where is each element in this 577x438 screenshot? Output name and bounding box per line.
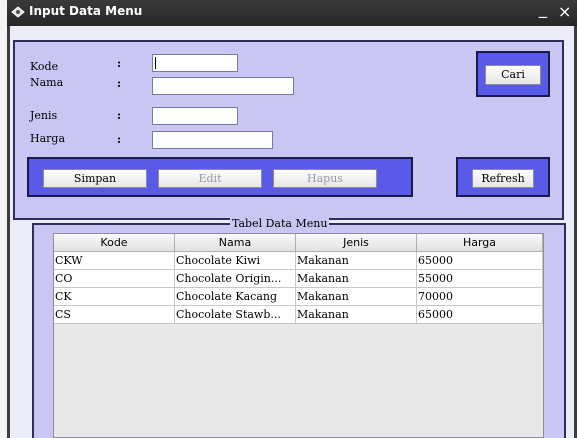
table-row[interactable]: CK Chocolate Kacang Makanan 70000 <box>54 288 543 306</box>
jenis-label: Jenis <box>30 109 58 122</box>
header-nama[interactable]: Nama <box>175 234 296 252</box>
jenis-colon: : <box>117 109 122 122</box>
cell-nama: Chocolate Kacang <box>175 288 296 306</box>
header-jenis[interactable]: Jenis <box>296 234 417 252</box>
header-kode[interactable]: Kode <box>54 234 175 252</box>
cell-kode: CS <box>54 306 175 324</box>
cell-jenis: Makanan <box>296 252 417 270</box>
cell-harga: 65000 <box>417 252 543 270</box>
refresh-button[interactable]: Refresh <box>472 169 534 188</box>
minimize-button[interactable]: _ <box>539 0 547 18</box>
window-app-icon <box>11 6 25 18</box>
nama-colon: : <box>117 77 122 90</box>
content-area: Kode : Nama : Jenis : Harga : Cari Simpa… <box>10 26 574 438</box>
table-legend: Tabel Data Menu <box>230 217 330 230</box>
cell-jenis: Makanan <box>296 306 417 324</box>
text-caret <box>155 57 156 69</box>
title-bar[interactable]: Input Data Menu _ × <box>7 0 577 26</box>
cell-jenis: Makanan <box>296 270 417 288</box>
kode-input[interactable] <box>152 54 238 72</box>
edit-button[interactable]: Edit <box>158 169 262 188</box>
cari-button[interactable]: Cari <box>485 65 541 85</box>
action-buttons-box: Simpan Edit Hapus <box>27 157 413 197</box>
hapus-button[interactable]: Hapus <box>273 169 377 188</box>
table-row[interactable]: CS Chocolate Stawb... Makanan 65000 <box>54 306 543 324</box>
harga-label: Harga <box>30 132 66 145</box>
refresh-button-box: Refresh <box>456 157 550 197</box>
jenis-input[interactable] <box>152 107 238 125</box>
input-form-panel: Kode : Nama : Jenis : Harga : Cari Simpa… <box>13 40 564 220</box>
window-title: Input Data Menu <box>29 4 143 18</box>
table-header-row: Kode Nama Jenis Harga <box>54 234 543 252</box>
nama-input[interactable] <box>152 77 294 95</box>
nama-label: Nama <box>30 76 64 89</box>
cell-harga: 55000 <box>417 270 543 288</box>
cari-button-box: Cari <box>476 51 550 97</box>
header-harga[interactable]: Harga <box>417 234 543 252</box>
harga-input[interactable] <box>152 131 273 149</box>
table-row[interactable]: CO Chocolate Origin... Makanan 55000 <box>54 270 543 288</box>
kode-label: Kode <box>30 60 59 73</box>
cell-kode: CO <box>54 270 175 288</box>
cell-kode: CKW <box>54 252 175 270</box>
cell-jenis: Makanan <box>296 288 417 306</box>
simpan-button[interactable]: Simpan <box>43 169 147 188</box>
close-button[interactable]: × <box>558 2 571 21</box>
cell-nama: Chocolate Origin... <box>175 270 296 288</box>
cell-harga: 70000 <box>417 288 543 306</box>
cell-kode: CK <box>54 288 175 306</box>
kode-colon: : <box>117 57 122 70</box>
table-row[interactable]: CKW Chocolate Kiwi Makanan 65000 <box>54 252 543 270</box>
cell-nama: Chocolate Stawb... <box>175 306 296 324</box>
harga-colon: : <box>117 133 122 146</box>
cell-harga: 65000 <box>417 306 543 324</box>
cell-nama: Chocolate Kiwi <box>175 252 296 270</box>
menu-table-panel: Tabel Data Menu Kode Nama Jenis Harga CK… <box>32 217 566 438</box>
app-window: Input Data Menu _ × Kode : Nama : Jenis … <box>7 0 577 438</box>
menu-table[interactable]: Kode Nama Jenis Harga CKW Chocolate Kiwi… <box>53 233 544 438</box>
